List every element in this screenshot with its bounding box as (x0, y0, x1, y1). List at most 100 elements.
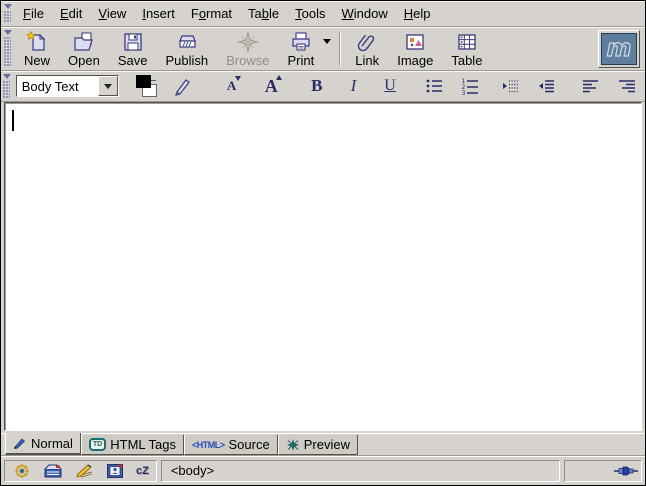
arrow-down-icon (235, 76, 241, 81)
menu-bar: File Edit View Insert Format Table Tools… (1, 1, 645, 27)
toolbar-grippy[interactable] (2, 72, 12, 100)
open-button-label: Open (68, 54, 100, 68)
bullet-list-button[interactable] (420, 74, 447, 98)
chatzilla-icon[interactable]: cZ (136, 465, 149, 477)
toolbar-grippy[interactable] (2, 28, 13, 69)
svg-text:m: m (606, 34, 631, 62)
menu-format[interactable]: Format (183, 2, 240, 25)
td-badge-icon: TD (89, 438, 106, 451)
open-button[interactable]: Open (64, 29, 104, 69)
link-button[interactable]: Link (351, 29, 383, 69)
underline-icon: U (384, 77, 396, 95)
composer-window: File Edit View Insert Format Table Tools… (0, 0, 646, 486)
outdent-button[interactable] (497, 74, 524, 98)
preview-star-icon (286, 439, 300, 451)
publish-button[interactable]: Publish (161, 29, 212, 69)
editor-canvas[interactable] (4, 102, 642, 431)
menu-help[interactable]: Help (396, 2, 439, 25)
mail-icon[interactable] (43, 463, 63, 479)
tab-preview[interactable]: Preview (278, 435, 358, 455)
foreground-color-swatch[interactable] (136, 75, 151, 88)
decrease-font-button[interactable]: A (218, 74, 245, 98)
paragraph-format-dropdown-button[interactable] (98, 76, 118, 96)
main-toolbar: New Open Save Publish (1, 27, 645, 71)
print-dropdown-arrow-icon[interactable] (323, 39, 331, 44)
bold-icon: B (311, 76, 322, 96)
link-button-label: Link (355, 54, 379, 68)
tab-html-source[interactable]: <HTML> Source (184, 435, 278, 455)
save-button-label: Save (118, 54, 148, 68)
tab-html-tags[interactable]: TD HTML Tags (81, 435, 184, 455)
browse-button-label: Browse (226, 54, 269, 68)
italic-button[interactable]: I (340, 74, 367, 98)
publish-icon (175, 30, 199, 54)
toolbar-grippy[interactable] (2, 2, 13, 25)
html-source-icon: <HTML> (192, 440, 225, 450)
numbered-list-button[interactable]: 1 2 3 (457, 74, 484, 98)
tab-normal[interactable]: Normal (5, 433, 81, 455)
underline-button[interactable]: U (377, 74, 404, 98)
tab-html-tags-label: HTML Tags (110, 437, 176, 452)
bold-button[interactable]: B (304, 74, 331, 98)
image-icon (403, 30, 427, 54)
table-button[interactable]: Table (447, 29, 486, 69)
bullet-list-icon (423, 75, 445, 97)
open-folder-icon (72, 30, 96, 54)
tab-normal-label: Normal (31, 436, 73, 451)
tab-html-source-label: Source (229, 437, 270, 452)
composer-icon[interactable] (74, 463, 94, 479)
grippy-dots (4, 11, 11, 23)
mozilla-logo-button[interactable]: m (598, 30, 640, 68)
image-button[interactable]: Image (393, 29, 437, 69)
print-button-label: Print (287, 54, 314, 68)
browse-icon (236, 30, 260, 54)
menu-tools[interactable]: Tools (287, 2, 333, 25)
online-plug-icon[interactable] (614, 465, 638, 477)
align-right-button[interactable] (613, 74, 640, 98)
indent-button[interactable] (533, 74, 560, 98)
toolbar-separator (339, 31, 341, 66)
node-path-panel[interactable]: <body> (161, 460, 560, 482)
increase-font-button[interactable]: A (258, 74, 285, 98)
indent-icon (535, 75, 557, 97)
mozilla-logo-icon: m (601, 33, 637, 65)
align-left-icon (579, 75, 601, 97)
color-picker-tick (151, 80, 156, 81)
print-button[interactable]: Print (283, 29, 318, 69)
arrow-up-icon (276, 75, 282, 80)
tab-preview-label: Preview (304, 437, 350, 452)
new-button-label: New (24, 54, 50, 68)
align-right-icon (616, 75, 638, 97)
publish-button-label: Publish (165, 54, 208, 68)
collapse-arrow-icon (4, 30, 12, 35)
browse-button[interactable]: Browse (222, 29, 273, 69)
menu-edit[interactable]: Edit (52, 2, 90, 25)
text-color-picker[interactable] (133, 74, 158, 98)
pen-icon (13, 437, 27, 449)
chevron-down-icon (104, 84, 112, 89)
save-button[interactable]: Save (114, 29, 152, 69)
menu-view[interactable]: View (90, 2, 134, 25)
connection-panel (564, 460, 642, 482)
node-path-text: <body> (171, 463, 214, 478)
numbered-list-icon: 1 2 3 (459, 75, 481, 97)
paragraph-format-select[interactable]: Body Text (16, 75, 119, 97)
menu-insert[interactable]: Insert (134, 2, 183, 25)
paragraph-format-value: Body Text (17, 76, 98, 96)
align-left-button[interactable] (577, 74, 604, 98)
italic-icon: I (351, 76, 357, 96)
edit-mode-tabs: Normal TD HTML Tags <HTML> Source Previe… (1, 433, 645, 455)
highlight-color-button[interactable] (169, 74, 196, 98)
navigator-icon[interactable] (12, 463, 32, 479)
grippy-dots (4, 37, 11, 67)
address-book-icon[interactable] (105, 463, 125, 479)
menu-table[interactable]: Table (240, 2, 287, 25)
image-button-label: Image (397, 54, 433, 68)
grippy-dots (3, 81, 10, 98)
table-button-label: Table (451, 54, 482, 68)
outdent-icon (499, 75, 521, 97)
menu-window[interactable]: Window (334, 2, 396, 25)
menu-file[interactable]: File (15, 2, 52, 25)
new-button[interactable]: New (20, 29, 54, 69)
print-icon (289, 30, 313, 54)
